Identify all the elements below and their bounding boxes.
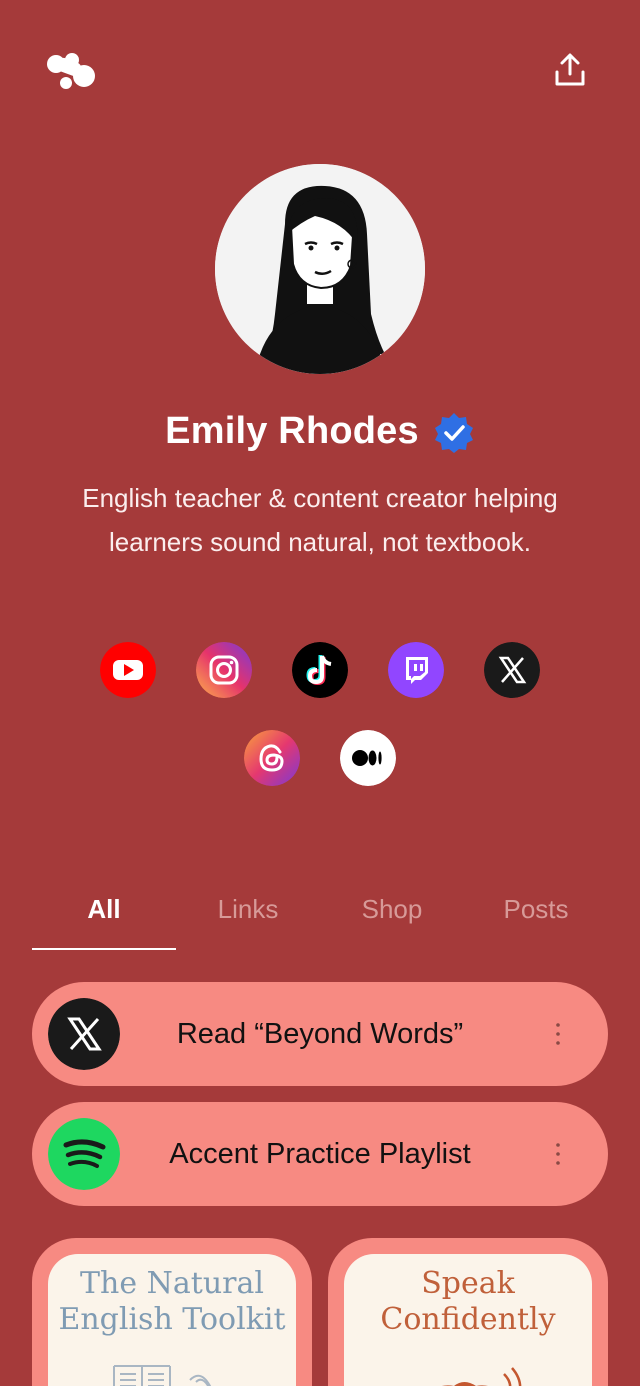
x-icon[interactable] <box>484 642 540 698</box>
verified-badge-icon <box>433 411 475 453</box>
bio-line: English teacher & content creator helpin… <box>82 483 558 513</box>
book-illustration-icon <box>113 1365 212 1386</box>
product-title-line: The Natural <box>80 1266 264 1301</box>
linktree-logo-icon[interactable] <box>44 50 96 92</box>
tiktok-icon[interactable] <box>292 642 348 698</box>
profile-name-row: Emily Rhodes <box>0 410 640 453</box>
product-title-line: Confidently <box>380 1302 556 1337</box>
link-card-beyond-words[interactable]: Read “Beyond Words” <box>32 982 608 1086</box>
link-title: Read “Beyond Words” <box>176 1017 464 1050</box>
tab-all[interactable]: All <box>32 880 176 950</box>
profile-bio: English teacher & content creator helpin… <box>40 476 600 564</box>
tab-bar: All Links Shop Posts <box>32 880 608 950</box>
product-card-speak-confidently[interactable]: Speak Confidently <box>328 1238 608 1386</box>
product-title-line: Speak <box>421 1266 515 1301</box>
product-title: The Natural English Toolkit <box>48 1266 296 1338</box>
top-bar <box>0 0 640 140</box>
x-icon <box>48 998 120 1070</box>
tab-posts[interactable]: Posts <box>464 880 608 950</box>
instagram-icon[interactable] <box>196 642 252 698</box>
avatar <box>215 164 425 374</box>
more-options-icon[interactable] <box>546 1020 570 1048</box>
link-title: Accent Practice Playlist <box>169 1137 471 1170</box>
product-title-line: English Toolkit <box>58 1302 286 1337</box>
more-options-icon[interactable] <box>546 1140 570 1168</box>
bio-line: learners sound natural, not textbook. <box>108 527 532 557</box>
medium-icon[interactable] <box>340 730 396 786</box>
link-card-accent-playlist[interactable]: Accent Practice Playlist <box>32 1102 608 1206</box>
tab-shop[interactable]: Shop <box>320 880 464 950</box>
spotify-icon <box>48 1118 120 1190</box>
product-title: Speak Confidently <box>344 1266 592 1338</box>
twitch-icon[interactable] <box>388 642 444 698</box>
threads-icon[interactable] <box>244 730 300 786</box>
profile-name: Emily Rhodes <box>165 410 419 452</box>
share-upload-icon[interactable] <box>552 52 588 88</box>
product-cover: Speak Confidently <box>344 1254 592 1386</box>
youtube-icon[interactable] <box>100 642 156 698</box>
product-card-natural-english-toolkit[interactable]: The Natural English Toolkit <box>32 1238 312 1386</box>
lips-illustration-icon <box>442 1367 522 1386</box>
tab-links[interactable]: Links <box>176 880 320 950</box>
product-cover: The Natural English Toolkit <box>48 1254 296 1386</box>
